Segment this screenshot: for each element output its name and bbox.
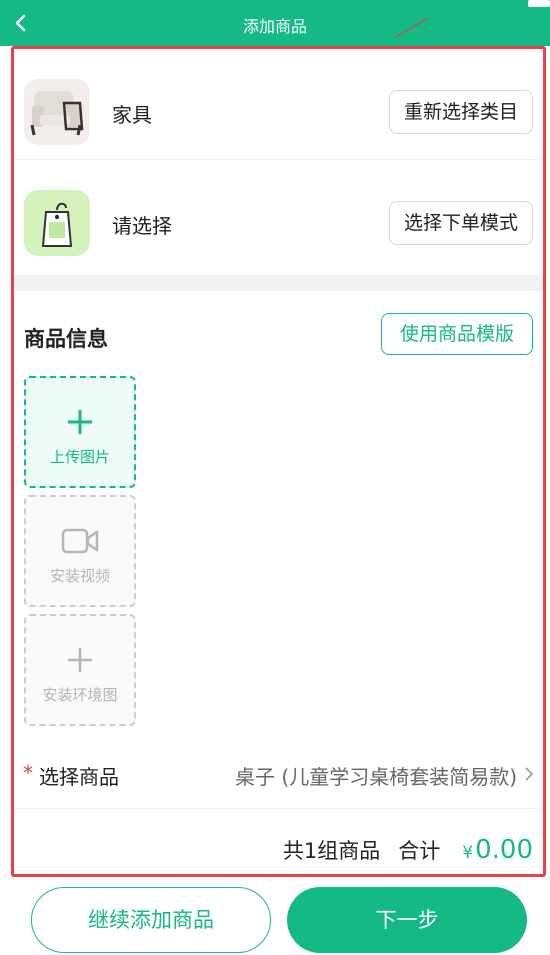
- category-row: 家具 重新选择类目: [14, 49, 543, 159]
- decorative-line-icon: [393, 17, 429, 39]
- category-name: 家具: [112, 103, 152, 127]
- select-order-mode-button[interactable]: 选择下单模式: [388, 201, 533, 245]
- upload-image-tile[interactable]: 上传图片: [24, 376, 136, 488]
- order-mode-row: 请选择 选择下单模式: [14, 159, 543, 269]
- reselect-category-button[interactable]: 重新选择类目: [388, 90, 533, 134]
- currency-symbol: ¥: [462, 843, 474, 863]
- header-bar: 添加商品: [0, 0, 550, 46]
- highlighted-form-region: 家具 重新选择类目 请选择 选择下单模式 商品信息 使用商品模版 上传图片 安装…: [11, 46, 546, 877]
- continue-adding-button[interactable]: 继续添加商品: [31, 887, 271, 953]
- use-template-button[interactable]: 使用商品模版: [380, 313, 533, 355]
- page-title: 添加商品: [242, 17, 307, 36]
- status-corner-icon: [528, 0, 550, 7]
- total-amount: 0.00: [475, 835, 533, 865]
- required-mark: *: [23, 761, 33, 785]
- plus-icon: [68, 410, 92, 434]
- total-label: 合计: [398, 839, 441, 863]
- install-environment-tile[interactable]: 安装环境图: [24, 614, 136, 726]
- order-mode-name: 请选择: [112, 214, 172, 238]
- chevron-right-icon: [525, 767, 534, 781]
- install-video-tile[interactable]: 安装视频: [24, 495, 136, 607]
- upload-image-label: 上传图片: [49, 448, 110, 466]
- plus-icon: [68, 648, 92, 672]
- selected-product-value: 桌子 (儿童学习桌椅套装简易款): [235, 765, 517, 789]
- order-summary: 共1组商品 合计 ¥ 0.00: [283, 835, 533, 865]
- select-product-row[interactable]: * 选择商品 桌子 (儿童学习桌椅套装简易款): [14, 749, 543, 809]
- install-video-label: 安装视频: [49, 567, 110, 585]
- video-camera-icon: [61, 528, 99, 554]
- armchair-icon: [24, 79, 90, 145]
- select-product-label: 选择商品: [39, 765, 119, 789]
- section-title: 商品信息: [24, 327, 108, 351]
- price-tag-icon: [24, 190, 90, 256]
- item-count: 共1组商品: [282, 839, 381, 863]
- section-divider: [14, 275, 543, 291]
- install-environment-label: 安装环境图: [42, 686, 118, 704]
- next-step-button[interactable]: 下一步: [287, 887, 527, 953]
